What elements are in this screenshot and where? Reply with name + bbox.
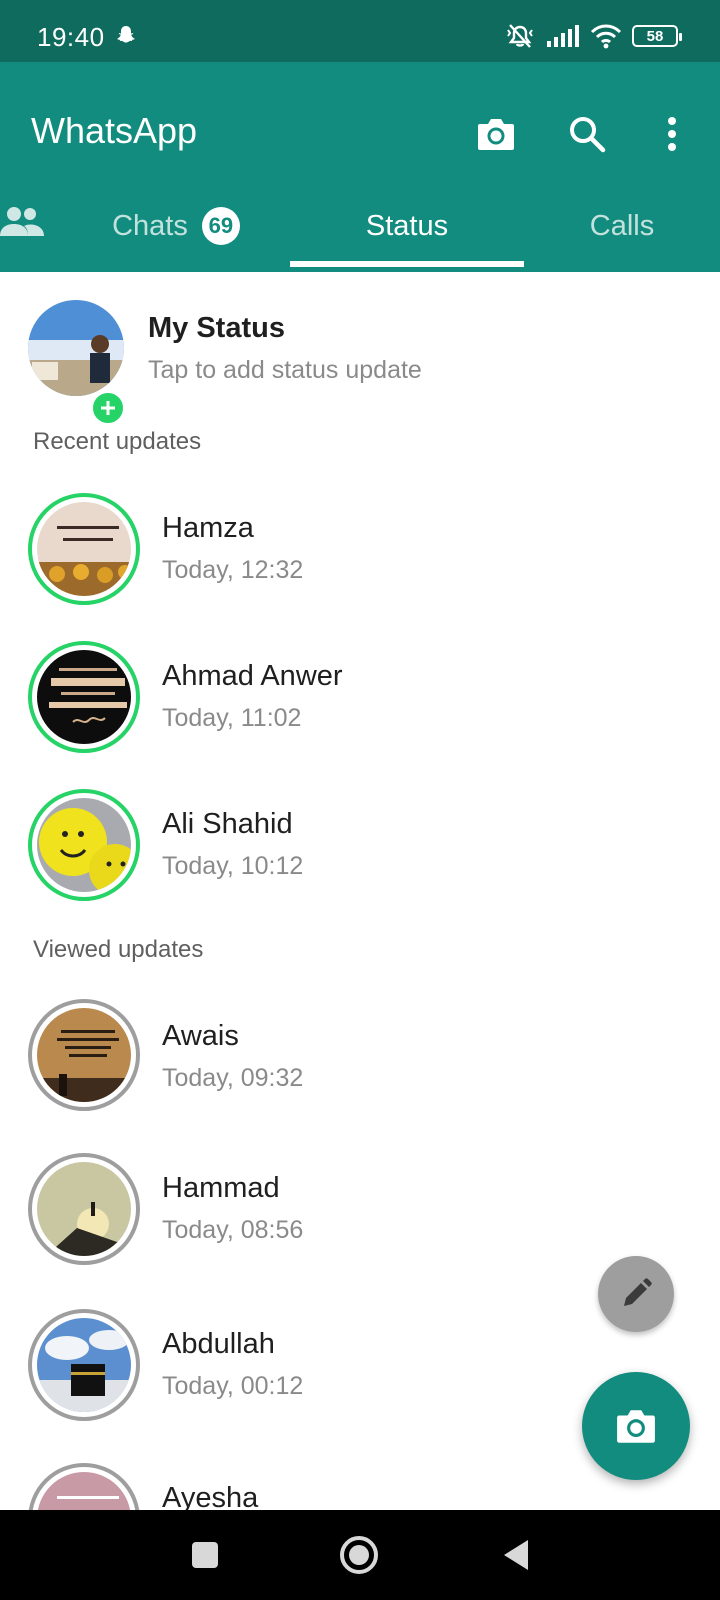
contact-name: Ahmad Anwer: [162, 660, 343, 692]
system-status-bar: 19:40 58: [0, 0, 720, 62]
signal-icon: [547, 25, 579, 47]
snapchat-icon: [117, 26, 135, 43]
my-status-row[interactable]: My Status Tap to add status update: [0, 300, 720, 430]
tab-status-label: Status: [365, 209, 449, 242]
status-time: Today, 10:12: [162, 852, 304, 880]
contact-name: Abdullah: [162, 1328, 275, 1360]
system-navigation-bar: [0, 1510, 720, 1600]
recents-icon: [192, 1542, 218, 1568]
status-time: Today, 12:32: [162, 556, 304, 584]
my-avatar: [28, 300, 124, 396]
status-time: Today, 00:12: [162, 1372, 304, 1400]
active-tab-indicator: [290, 261, 524, 267]
viewed-status-ring: [28, 1153, 140, 1265]
camera-button[interactable]: [474, 112, 518, 156]
contact-name: Ali Shahid: [162, 808, 293, 840]
status-thumbnail: [37, 650, 131, 744]
pencil-icon: [624, 1278, 652, 1306]
recent-updates-header: Recent updates: [33, 428, 202, 455]
mute-vibrate-icon: [507, 24, 533, 48]
status-thumbnail: [37, 798, 131, 892]
battery-icon: 58: [632, 25, 682, 47]
my-status-title: My Status: [148, 312, 285, 344]
status-icons: 58: [504, 22, 682, 50]
status-thumbnail: [37, 502, 131, 596]
new-text-status-button[interactable]: [598, 1256, 674, 1332]
new-camera-status-button[interactable]: [582, 1372, 690, 1480]
status-row[interactable]: Ali Shahid Today, 10:12: [0, 786, 720, 916]
more-vert-icon: [668, 117, 676, 151]
community-icon[interactable]: [0, 202, 44, 242]
viewed-updates-header: Viewed updates: [33, 936, 204, 963]
camera-icon: [617, 1410, 655, 1443]
app-title: WhatsApp: [31, 110, 198, 151]
more-options-button[interactable]: [652, 112, 692, 156]
status-list[interactable]: My Status Tap to add status update Recen…: [0, 272, 720, 1510]
contact-name: Awais: [162, 1020, 239, 1052]
tab-chats-label: Chats: [112, 209, 188, 242]
unread-badge: 69: [201, 207, 240, 245]
search-icon: [570, 117, 606, 153]
tab-calls-label: Calls: [589, 209, 655, 242]
unseen-status-ring: [28, 641, 140, 753]
home-button[interactable]: [334, 1530, 384, 1580]
home-icon: [340, 1536, 378, 1574]
status-row[interactable]: Hammad Today, 08:56: [0, 1150, 720, 1280]
status-row[interactable]: Ahmad Anwer Today, 11:02: [0, 638, 720, 768]
viewed-status-ring: [28, 999, 140, 1111]
battery-level: 58: [646, 27, 664, 45]
contact-name: Hamza: [162, 512, 254, 544]
tab-chats[interactable]: Chats 69: [96, 180, 256, 272]
status-thumbnail: [37, 1162, 131, 1256]
tab-bar: Chats 69 Status Calls: [0, 180, 720, 272]
status-row[interactable]: Awais Today, 09:32: [0, 996, 720, 1126]
status-thumbnail: [37, 1008, 131, 1102]
contact-name: Ayesha: [162, 1482, 259, 1510]
status-row[interactable]: Hamza Today, 12:32: [0, 490, 720, 620]
my-status-subtitle: Tap to add status update: [148, 356, 422, 384]
status-time: Today, 08:56: [162, 1216, 304, 1244]
recents-button[interactable]: [180, 1530, 230, 1580]
tab-calls[interactable]: Calls: [524, 180, 720, 272]
back-button[interactable]: [490, 1530, 540, 1580]
search-button[interactable]: [565, 112, 609, 156]
back-icon: [504, 1540, 528, 1570]
viewed-status-ring: [28, 1309, 140, 1421]
contact-name: Hammad: [162, 1172, 280, 1204]
status-time: Today, 11:02: [162, 704, 302, 732]
plus-icon: [101, 401, 115, 415]
camera-icon: [478, 119, 514, 150]
status-thumbnail: [37, 1472, 131, 1510]
unseen-status-ring: [28, 493, 140, 605]
unseen-status-ring: [28, 789, 140, 901]
wifi-icon: [590, 24, 622, 49]
status-thumbnail: [37, 1318, 131, 1412]
viewed-status-ring: [28, 1463, 140, 1510]
add-status-badge[interactable]: [90, 390, 126, 426]
app-bar: WhatsApp Chats 69 Status Calls: [0, 62, 720, 272]
tab-status[interactable]: Status: [290, 180, 524, 272]
status-time: Today, 09:32: [162, 1064, 304, 1092]
clock: 19:40: [37, 22, 105, 52]
